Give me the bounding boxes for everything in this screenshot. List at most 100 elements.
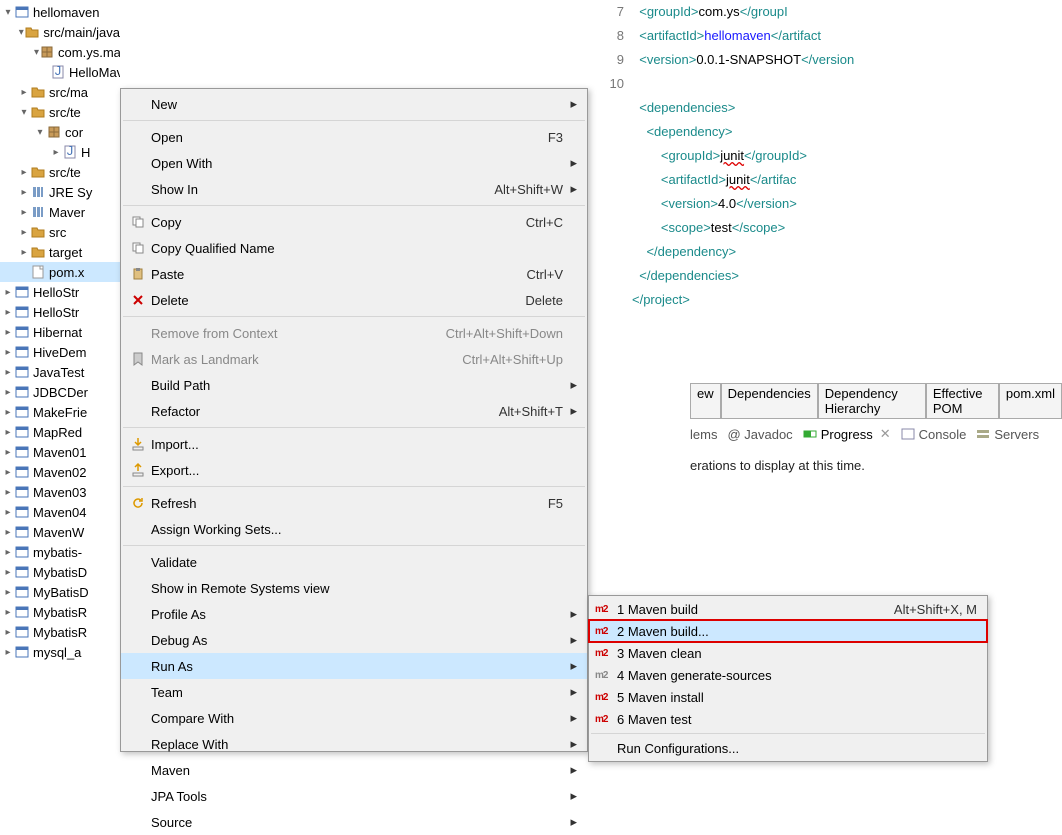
pom-tab[interactable]: Dependencies	[721, 383, 818, 419]
code-line[interactable]: 8 <artifactId>hellomaven</artifact	[594, 24, 1062, 48]
tree-item[interactable]: ▸Maven02	[0, 462, 120, 482]
expand-icon[interactable]: ▸	[2, 327, 14, 338]
menu-item[interactable]: Source▸	[121, 809, 587, 835]
pom-tab[interactable]: Dependency Hierarchy	[818, 383, 926, 419]
expand-icon[interactable]: ▸	[2, 407, 14, 418]
menu-item[interactable]: PasteCtrl+V	[121, 261, 587, 287]
menu-item[interactable]: Import...	[121, 431, 587, 457]
menu-item[interactable]: Build Path▸	[121, 372, 587, 398]
pom-tab[interactable]: pom.xml	[999, 383, 1062, 419]
expand-icon[interactable]: ▸	[18, 207, 30, 218]
code-line[interactable]: <artifactId>junit</artifac	[594, 168, 1062, 192]
submenu-item[interactable]: m25 Maven install	[589, 686, 987, 708]
tree-item[interactable]: ▸MybatisR	[0, 622, 120, 642]
tree-item[interactable]: ▸Maven04	[0, 502, 120, 522]
expand-icon[interactable]: ▸	[18, 167, 30, 178]
tree-item[interactable]: ▸MybatisD	[0, 562, 120, 582]
code-line[interactable]: <dependency>	[594, 120, 1062, 144]
menu-item[interactable]: Run As▸	[121, 653, 587, 679]
expand-icon[interactable]: ▾	[18, 107, 30, 118]
tree-item[interactable]: ▸Maven01	[0, 442, 120, 462]
expand-icon[interactable]: ▸	[2, 647, 14, 658]
menu-item[interactable]: New▸	[121, 91, 587, 117]
submenu-item[interactable]: m21 Maven buildAlt+Shift+X, M	[589, 598, 987, 620]
submenu-item[interactable]: Run Configurations...	[589, 737, 987, 759]
tree-item[interactable]: ▾src/te	[0, 102, 120, 122]
tab-servers[interactable]: Servers	[976, 427, 1039, 442]
tree-item[interactable]: ▸JRE Sy	[0, 182, 120, 202]
tree-item[interactable]: ▸mysql_a	[0, 642, 120, 662]
tree-item[interactable]: ▸MybatisR	[0, 602, 120, 622]
code-line[interactable]: </project>	[594, 288, 1062, 312]
submenu-item[interactable]: m26 Maven test	[589, 708, 987, 730]
menu-item[interactable]: Assign Working Sets...	[121, 516, 587, 542]
menu-item[interactable]: JPA Tools▸	[121, 783, 587, 809]
submenu-item[interactable]: m23 Maven clean	[589, 642, 987, 664]
code-line[interactable]: </dependency>	[594, 240, 1062, 264]
tree-item[interactable]: ▸MavenW	[0, 522, 120, 542]
tree-item[interactable]: ▸HelloStr	[0, 282, 120, 302]
code-line[interactable]: <version>4.0</version>	[594, 192, 1062, 216]
pom-tab[interactable]: ew	[690, 383, 721, 419]
expand-icon[interactable]: ▸	[18, 227, 30, 238]
tree-item[interactable]: ▾src/main/java	[0, 22, 120, 42]
menu-item[interactable]: Debug As▸	[121, 627, 587, 653]
expand-icon[interactable]: ▸	[2, 507, 14, 518]
expand-icon[interactable]: ▸	[2, 307, 14, 318]
tree-item[interactable]: ▸mybatis-	[0, 542, 120, 562]
run-as-submenu[interactable]: m21 Maven buildAlt+Shift+X, Mm22 Maven b…	[588, 595, 988, 762]
tree-item[interactable]: ▸MyBatisD	[0, 582, 120, 602]
context-menu[interactable]: New▸OpenF3Open With▸Show InAlt+Shift+W▸C…	[120, 88, 588, 752]
tree-item[interactable]: ▾com.ys.maven	[0, 42, 120, 62]
tree-item[interactable]: ▸MakeFrie	[0, 402, 120, 422]
xml-editor[interactable]: 7 <groupId>com.ys</groupI8 <artifactId>h…	[588, 0, 1062, 312]
expand-icon[interactable]: ▸	[18, 87, 30, 98]
expand-icon[interactable]: ▸	[2, 627, 14, 638]
menu-item[interactable]: Show in Remote Systems view	[121, 575, 587, 601]
tree-item[interactable]: ▸JDBCDer	[0, 382, 120, 402]
expand-icon[interactable]: ▸	[2, 527, 14, 538]
tree-item[interactable]: ▸Maven03	[0, 482, 120, 502]
expand-icon[interactable]: ▸	[2, 367, 14, 378]
tab-problems[interactable]: lems	[690, 427, 717, 442]
expand-icon[interactable]: ▸	[18, 247, 30, 258]
pom-tab[interactable]: Effective POM	[926, 383, 999, 419]
tree-item[interactable]: ▾cor	[0, 122, 120, 142]
tree-item[interactable]: ▸JavaTest	[0, 362, 120, 382]
expand-icon[interactable]: ▸	[2, 607, 14, 618]
menu-item[interactable]: Replace With▸	[121, 731, 587, 757]
tree-item[interactable]: ▸src/ma	[0, 82, 120, 102]
submenu-item[interactable]: m24 Maven generate-sources	[589, 664, 987, 686]
close-icon[interactable]: ✕	[877, 426, 891, 442]
expand-icon[interactable]: ▸	[2, 427, 14, 438]
expand-icon[interactable]: ▸	[2, 287, 14, 298]
expand-icon[interactable]: ▸	[2, 587, 14, 598]
expand-icon[interactable]: ▸	[50, 147, 62, 158]
menu-item[interactable]: RefreshF5	[121, 490, 587, 516]
code-line[interactable]: </dependencies>	[594, 264, 1062, 288]
tree-item[interactable]: ▾hellomaven	[0, 2, 120, 22]
expand-icon[interactable]: ▸	[2, 567, 14, 578]
menu-item[interactable]: Show InAlt+Shift+W▸	[121, 176, 587, 202]
tree-item[interactable]: ▸Hibernat	[0, 322, 120, 342]
expand-icon[interactable]: ▸	[18, 187, 30, 198]
expand-icon[interactable]: ▾	[34, 127, 46, 138]
tree-item[interactable]: ▸MapRed	[0, 422, 120, 442]
menu-item[interactable]: Profile As▸	[121, 601, 587, 627]
tree-item[interactable]: ▸HiveDem	[0, 342, 120, 362]
menu-item[interactable]: Maven▸	[121, 757, 587, 783]
menu-item[interactable]: RefactorAlt+Shift+T▸	[121, 398, 587, 424]
menu-item[interactable]: Export...	[121, 457, 587, 483]
expand-icon[interactable]: ▸	[2, 487, 14, 498]
tree-item[interactable]: ▸target	[0, 242, 120, 262]
menu-item[interactable]: CopyCtrl+C	[121, 209, 587, 235]
tree-item[interactable]: ▸src	[0, 222, 120, 242]
code-line[interactable]: 10	[594, 72, 1062, 96]
menu-item[interactable]: Open With▸	[121, 150, 587, 176]
code-line[interactable]: 9 <version>0.0.1-SNAPSHOT</version	[594, 48, 1062, 72]
tab-console[interactable]: Console	[901, 427, 967, 442]
tab-javadoc[interactable]: @ Javadoc	[727, 427, 792, 442]
code-line[interactable]: <dependencies>	[594, 96, 1062, 120]
tree-item[interactable]: JHelloMaven.java	[0, 62, 120, 82]
expand-icon[interactable]: ▾	[2, 7, 14, 18]
